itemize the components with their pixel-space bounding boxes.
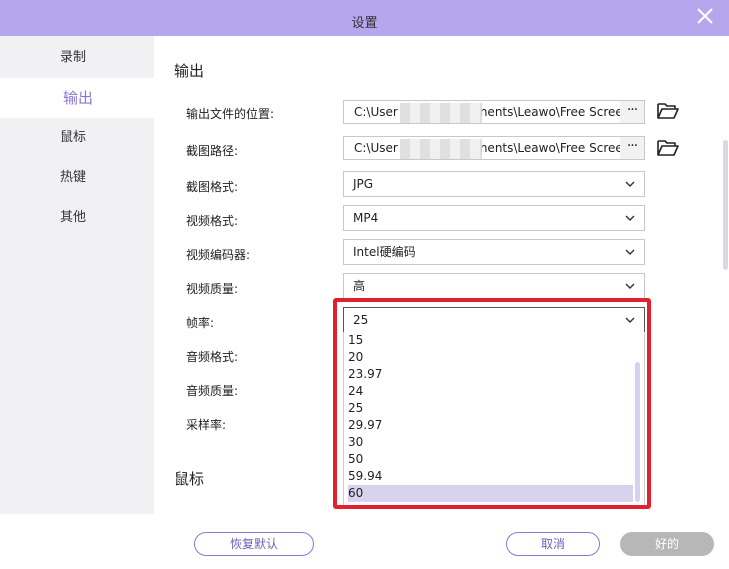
dropdown-scrollbar[interactable] [635,362,640,502]
sidebar: 录制 输出 鼠标 热键 其他 [0,36,154,514]
video-format-value: MP4 [353,211,379,225]
video-quality-label: 视频质量: [186,282,239,296]
sidebar-item-mouse[interactable]: 鼠标 [0,118,154,158]
frame-rate-option[interactable]: 29.97 [348,417,633,434]
settings-panel: 输出 输出文件的位置: C:\User nents\Leawo\Free Scre… [154,36,729,514]
chevron-down-icon [625,249,635,255]
sidebar-item-label: 输出 [63,89,94,107]
section-title-output: 输出 [174,62,205,80]
sidebar-item-label: 热键 [60,170,87,185]
video-encoder-label: 视频编码器: [186,248,251,262]
screenshot-format-select[interactable]: JPG [343,171,645,197]
frame-rate-label: 帧率: [186,316,215,330]
frame-rate-dropdown: 15 20 23.97 24 25 29.97 30 50 59.94 60 [343,332,645,506]
screenshot-format-value: JPG [353,177,374,191]
title-bar: 设置 [0,0,729,36]
video-format-select[interactable]: MP4 [343,205,645,231]
video-format-label: 视频格式: [186,214,239,228]
video-quality-select[interactable]: 高 [343,273,645,299]
frame-rate-option[interactable]: 15 [348,332,633,349]
redacted-path [400,139,482,159]
output-location-prefix: C:\User [354,105,398,119]
frame-rate-option[interactable]: 30 [348,434,633,451]
frame-rate-option-selected[interactable]: 60 [348,485,633,502]
screenshot-path-label: 截图路径: [186,144,239,158]
screenshot-format-label: 截图格式: [186,180,239,194]
sidebar-item-hotkeys[interactable]: 热键 [0,158,154,198]
chevron-down-icon [625,215,635,221]
sidebar-item-label: 鼠标 [60,130,87,145]
chevron-down-icon [625,181,635,187]
output-location-label: 输出文件的位置: [186,107,275,121]
sidebar-item-record[interactable]: 录制 [0,38,154,78]
sidebar-item-other[interactable]: 其他 [0,198,154,238]
folder-open-icon[interactable] [657,139,679,157]
cancel-button[interactable]: 取消 [506,532,600,556]
redacted-path [400,103,482,123]
frame-rate-option[interactable]: 23.97 [348,366,633,383]
audio-format-label: 音频格式: [186,350,239,364]
audio-quality-label: 音频质量: [186,384,239,398]
frame-rate-option[interactable]: 59.94 [348,468,633,485]
frame-rate-value: 25 [353,313,369,327]
screenshot-path-suffix: nents\Leawo\Free Scree [479,141,623,155]
sidebar-item-output[interactable]: 输出 [0,78,154,118]
section-title-mouse: 鼠标 [174,470,205,488]
sample-rate-label: 采样率: [186,418,227,432]
window-title: 设置 [351,16,378,31]
folder-open-icon[interactable] [657,102,679,120]
panel-scrollbar[interactable] [723,140,728,270]
sidebar-item-label: 其他 [60,210,87,225]
footer: 恢复默认 取消 好的 [0,514,729,569]
video-quality-value: 高 [353,279,366,293]
chevron-down-icon [625,317,635,323]
video-encoder-value: Intel硬编码 [353,245,416,259]
sidebar-item-label: 录制 [60,50,87,65]
screenshot-path-prefix: C:\User [354,141,398,155]
close-icon[interactable] [695,6,715,26]
frame-rate-select[interactable]: 25 [343,307,645,333]
frame-rate-option[interactable]: 20 [348,349,633,366]
screenshot-path-field[interactable]: C:\User nents\Leawo\Free Scree ··· [343,136,645,160]
video-encoder-select[interactable]: Intel硬编码 [343,239,645,265]
browse-more-button[interactable]: ··· [620,101,644,123]
output-location-suffix: nents\Leawo\Free Scree [479,105,623,119]
ok-button[interactable]: 好的 [620,532,714,556]
frame-rate-option[interactable]: 50 [348,451,633,468]
browse-more-button[interactable]: ··· [620,137,644,159]
output-location-field[interactable]: C:\User nents\Leawo\Free Scree ··· [343,100,645,124]
frame-rate-option[interactable]: 25 [348,400,633,417]
chevron-down-icon [625,283,635,289]
frame-rate-option[interactable]: 24 [348,383,633,400]
reset-defaults-button[interactable]: 恢复默认 [194,532,314,556]
